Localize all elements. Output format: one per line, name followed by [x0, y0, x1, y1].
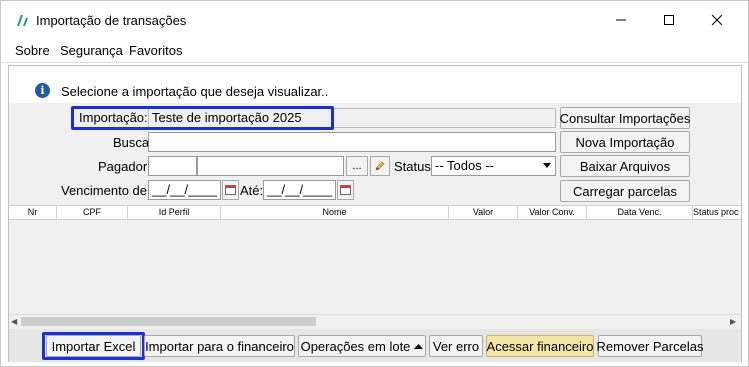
vencimento-ate-input[interactable]: __/__/____	[263, 180, 336, 200]
status-label: Status:	[394, 159, 435, 174]
scroll-left-icon[interactable]: ◀	[11, 317, 17, 326]
pagador-code-input[interactable]	[148, 156, 197, 176]
app-logo-icon	[17, 15, 28, 26]
carregar-parcelas-button[interactable]: Carregar parcelas	[560, 180, 690, 202]
vencimento-de-input[interactable]: __/__/____	[148, 180, 221, 200]
menu-favoritos[interactable]: Favoritos	[129, 43, 182, 58]
pencil-icon	[375, 161, 385, 171]
content-panel: i Selecione a importação que deseja visu…	[8, 65, 742, 362]
window-title: Importação de transações	[36, 13, 187, 28]
menu-seguranca[interactable]: Segurança	[60, 43, 123, 58]
column-header-valor-conv[interactable]: Valor Conv.	[518, 206, 587, 220]
column-header-cpf[interactable]: CPF	[57, 206, 128, 220]
vencimento-label: Vencimento de:	[61, 183, 151, 198]
calendar-de-button[interactable]	[222, 180, 239, 200]
column-header-nome[interactable]: Nome	[221, 206, 449, 220]
pagador-browse-button[interactable]: ...	[346, 156, 368, 176]
column-header-status-proc[interactable]: Status proc	[693, 206, 741, 220]
scroll-right-icon[interactable]: ▶	[730, 317, 736, 326]
column-header-nr[interactable]: Nr	[9, 206, 57, 220]
minimize-icon	[616, 19, 626, 21]
importar-excel-highlight	[42, 332, 145, 360]
column-header-data-venc[interactable]: Data Venc.	[587, 206, 693, 220]
calendar-icon	[340, 185, 351, 195]
remover-parcelas-button[interactable]: Remover Parcelas	[597, 335, 703, 357]
maximize-button[interactable]	[656, 9, 682, 31]
baixar-arquivos-button[interactable]: Baixar Arquivos	[560, 155, 690, 177]
column-header-valor[interactable]: Valor	[449, 206, 518, 220]
ate-label: Até:	[240, 183, 264, 198]
ver-erro-button[interactable]: Ver erro	[429, 335, 483, 357]
status-select[interactable]: -- Todos --	[431, 156, 556, 176]
info-icon: i	[35, 83, 50, 98]
info-panel: i Selecione a importação que deseja visu…	[9, 66, 741, 103]
calendar-icon	[225, 185, 236, 195]
menu-sobre[interactable]: Sobre	[15, 43, 50, 58]
pagador-name-input[interactable]	[197, 156, 344, 176]
pagador-label: Pagador:	[98, 159, 151, 174]
operacoes-lote-label: Operações em lote	[300, 338, 411, 354]
maximize-icon	[664, 15, 674, 25]
main-window: Importação de transações Sobre Segurança…	[0, 0, 749, 367]
info-message: Selecione a importação que deseja visual…	[61, 84, 329, 99]
column-header-id-perfil[interactable]: Id Perfil	[128, 206, 221, 220]
minimize-button[interactable]	[608, 9, 634, 31]
chevron-down-icon	[543, 163, 551, 168]
busca-label: Busca:	[113, 135, 153, 150]
importacao-highlight	[71, 106, 334, 130]
close-button[interactable]	[704, 9, 730, 31]
title-bar: Importação de transações	[1, 1, 748, 39]
table-header: Nr CPF Id Perfil Nome Valor Valor Conv. …	[9, 205, 741, 220]
chevron-up-icon	[414, 344, 424, 349]
calendar-ate-button[interactable]	[337, 180, 354, 200]
menu-bar: Sobre Segurança Favoritos	[1, 39, 748, 63]
consultar-importacoes-button[interactable]: Consultar Importações	[560, 107, 690, 129]
transactions-table[interactable]: Nr CPF Id Perfil Nome Valor Valor Conv. …	[9, 205, 741, 329]
close-icon	[711, 14, 723, 26]
operacoes-lote-button[interactable]: Operações em lote	[298, 335, 426, 357]
pagador-edit-button[interactable]	[370, 156, 390, 176]
acessar-financeiro-button[interactable]: Acessar financeiro	[486, 335, 594, 357]
busca-input[interactable]	[148, 132, 556, 152]
importar-financeiro-button[interactable]: Importar para o financeiro	[144, 335, 295, 357]
nova-importacao-button[interactable]: Nova Importação	[560, 131, 690, 153]
bottom-toolbar: Importar Excel Importar para o financeir…	[9, 329, 741, 362]
status-select-value: -- Todos --	[435, 158, 494, 173]
scrollbar-thumb[interactable]	[21, 317, 316, 326]
horizontal-scrollbar[interactable]: ◀ ▶	[9, 314, 741, 327]
